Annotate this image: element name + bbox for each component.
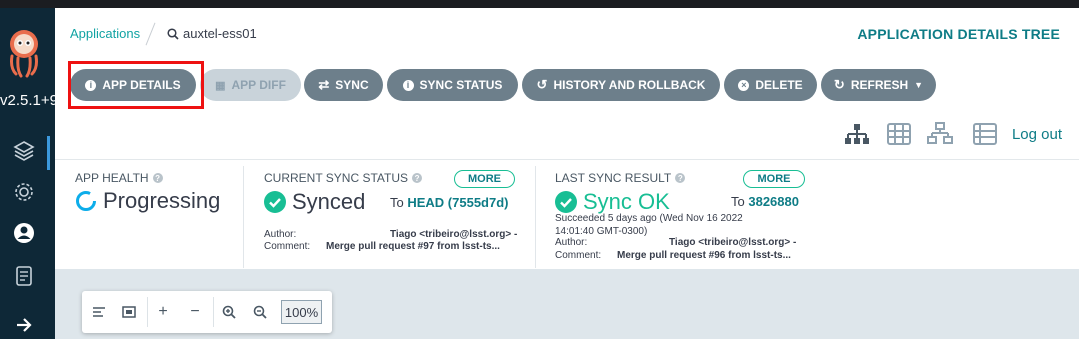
current-sync-revision-link[interactable]: HEAD (7555d7d) bbox=[407, 195, 508, 210]
grid-view-icon[interactable] bbox=[886, 122, 912, 146]
plus-icon[interactable]: + bbox=[152, 301, 174, 323]
toolbar-separator bbox=[213, 297, 214, 327]
status-separator bbox=[243, 166, 244, 268]
help-icon[interactable]: ? bbox=[152, 173, 163, 183]
help-icon[interactable]: ? bbox=[675, 173, 686, 183]
status-divider bbox=[55, 159, 1079, 160]
last-sync-succeeded: Succeeded 5 days ago (Wed Nov 16 2022 bbox=[555, 213, 743, 224]
zoom-out-icon[interactable] bbox=[249, 301, 271, 323]
last-sync-comment-value: Merge pull request #96 from lsst-ts... bbox=[617, 250, 791, 261]
graph-toolbar: + − 100% bbox=[82, 291, 332, 333]
current-sync-status: Synced bbox=[264, 189, 365, 215]
info-icon: i bbox=[402, 79, 414, 91]
app-name: auxtel-ess01 bbox=[183, 26, 257, 41]
version-label: v2.5.1+9 bbox=[0, 92, 55, 109]
toolbar-separator bbox=[147, 297, 148, 327]
file-icon: ▦ bbox=[215, 79, 226, 92]
close-circle-icon: × bbox=[738, 79, 750, 91]
last-sync-succeeded-time: 14:01:40 GMT-0300) bbox=[555, 226, 648, 237]
highlight-box bbox=[68, 61, 204, 109]
refresh-icon: ↻ bbox=[833, 77, 845, 92]
last-sync-author-label: Author: bbox=[555, 237, 588, 248]
last-sync-label: LAST SYNC RESULT ? bbox=[555, 171, 686, 185]
history-rollback-button[interactable]: ↺ HISTORY AND ROLLBACK bbox=[522, 69, 720, 101]
caret-down-icon: ▼ bbox=[914, 80, 924, 90]
tree-view-icon[interactable] bbox=[844, 122, 870, 146]
delete-button[interactable]: × DELETE bbox=[724, 69, 817, 101]
app-health-label: APP HEALTH ? bbox=[75, 171, 163, 185]
page-title: APPLICATION DETAILS TREE bbox=[857, 26, 1060, 42]
list-view-icon[interactable] bbox=[972, 122, 998, 146]
sync-icon: ⇄ bbox=[318, 77, 330, 92]
image-icon[interactable] bbox=[118, 301, 140, 323]
app-search[interactable]: auxtel-ess01 bbox=[167, 26, 257, 41]
history-icon: ↺ bbox=[536, 77, 548, 92]
last-sync-target: To 3826880 bbox=[731, 194, 799, 209]
app-health-value: Progressing bbox=[103, 188, 221, 213]
gear-icon[interactable] bbox=[11, 179, 37, 205]
current-sync-author-value: Tiago <tribeiro@lsst.org> - bbox=[390, 229, 518, 240]
arrow-right-icon[interactable] bbox=[11, 312, 37, 338]
current-sync-author-label: Author: bbox=[264, 229, 297, 240]
sidebar-active-indicator bbox=[47, 136, 50, 170]
breadcrumb-applications[interactable]: Applications bbox=[70, 26, 140, 41]
check-circle-icon bbox=[555, 191, 577, 213]
last-sync-status: Sync OK bbox=[555, 189, 670, 215]
breadcrumb-separator bbox=[145, 22, 156, 46]
help-icon[interactable]: ? bbox=[412, 173, 423, 183]
zoom-level[interactable]: 100% bbox=[281, 300, 322, 324]
user-icon[interactable] bbox=[11, 220, 37, 246]
layers-icon[interactable] bbox=[11, 138, 37, 164]
app-diff-button[interactable]: ▦ APP DIFF bbox=[200, 69, 301, 101]
window-top-strip bbox=[0, 0, 1079, 8]
sidebar: v2.5.1+9 bbox=[0, 8, 55, 339]
last-sync-value: Sync OK bbox=[583, 189, 670, 214]
argo-logo-icon[interactable] bbox=[6, 28, 42, 78]
last-sync-revision-link[interactable]: 3826880 bbox=[748, 194, 799, 209]
last-sync-comment-label: Comment: bbox=[555, 250, 602, 261]
sync-status-button[interactable]: i SYNC STATUS bbox=[387, 69, 518, 101]
status-separator bbox=[535, 166, 536, 268]
current-sync-target: To HEAD (7555d7d) bbox=[390, 195, 509, 210]
progressing-icon bbox=[76, 191, 96, 211]
current-sync-more-button[interactable]: MORE bbox=[454, 170, 515, 188]
refresh-button[interactable]: ↻ REFRESH ▼ bbox=[821, 69, 936, 101]
check-circle-icon bbox=[264, 191, 286, 213]
zoom-in-icon[interactable] bbox=[218, 301, 240, 323]
logout-link[interactable]: Log out bbox=[1012, 126, 1062, 143]
current-sync-label: CURRENT SYNC STATUS ? bbox=[264, 171, 423, 185]
last-sync-more-button[interactable]: MORE bbox=[743, 170, 805, 188]
sync-button[interactable]: ⇄ SYNC bbox=[304, 69, 383, 101]
current-sync-comment-label: Comment: bbox=[264, 241, 311, 252]
current-sync-comment-value: Merge pull request #97 from lsst-ts... bbox=[326, 241, 500, 252]
align-left-icon[interactable] bbox=[88, 301, 110, 323]
search-icon bbox=[167, 27, 179, 40]
minus-icon[interactable]: − bbox=[184, 301, 206, 323]
docs-icon[interactable] bbox=[11, 263, 37, 289]
last-sync-author-value: Tiago <tribeiro@lsst.org> - bbox=[669, 237, 797, 248]
current-sync-value: Synced bbox=[292, 189, 366, 214]
network-view-icon[interactable] bbox=[927, 122, 953, 146]
main-panel: Applications auxtel-ess01 APPLICATION DE… bbox=[55, 8, 1079, 269]
app-health-status: Progressing bbox=[75, 188, 220, 214]
